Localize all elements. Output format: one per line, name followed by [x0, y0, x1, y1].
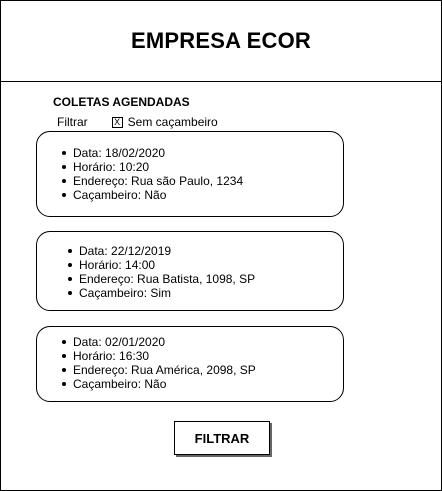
collection-cacambeiro: Caçambeiro: Não — [61, 188, 243, 202]
collection-cacambeiro: Caçambeiro: Não — [61, 377, 256, 391]
collection-card[interactable]: Data: 02/01/2020 Horário: 16:30 Endereço… — [36, 326, 344, 402]
collection-time: Horário: 14:00 — [67, 258, 255, 272]
checkbox-label: Sem caçambeiro — [127, 115, 218, 129]
collection-card[interactable]: Data: 22/12/2019 Horário: 14:00 Endereço… — [36, 231, 344, 311]
collection-time: Horário: 16:30 — [61, 349, 256, 363]
filter-label: Filtrar — [57, 115, 88, 129]
collection-details: Data: 02/01/2020 Horário: 16:30 Endereço… — [61, 335, 256, 391]
collection-address: Endereço: Rua Batista, 1098, SP — [67, 272, 255, 286]
filter-row: Filtrar X Sem caçambeiro — [57, 115, 218, 129]
collection-card[interactable]: Data: 18/02/2020 Horário: 10:20 Endereço… — [36, 131, 344, 217]
collection-date: Data: 02/01/2020 — [61, 335, 256, 349]
collection-date: Data: 18/02/2020 — [61, 146, 243, 160]
app-frame: EMPRESA ECOR COLETAS AGENDADAS Filtrar X… — [0, 0, 442, 491]
no-cacambeiro-checkbox[interactable]: X — [111, 116, 123, 128]
collection-address: Endereço: Rua América, 2098, SP — [61, 363, 256, 377]
header: EMPRESA ECOR — [1, 1, 441, 82]
collection-details: Data: 22/12/2019 Horário: 14:00 Endereço… — [67, 244, 255, 300]
section-title: COLETAS AGENDADAS — [53, 95, 190, 109]
collection-cacambeiro: Caçambeiro: Sim — [67, 286, 255, 300]
collection-date: Data: 22/12/2019 — [67, 244, 255, 258]
collection-time: Horário: 10:20 — [61, 160, 243, 174]
filter-button[interactable]: FILTRAR — [174, 421, 270, 455]
collection-address: Endereço: Rua são Paulo, 1234 — [61, 174, 243, 188]
page-title: EMPRESA ECOR — [130, 28, 312, 53]
collection-details: Data: 18/02/2020 Horário: 10:20 Endereço… — [61, 146, 243, 202]
